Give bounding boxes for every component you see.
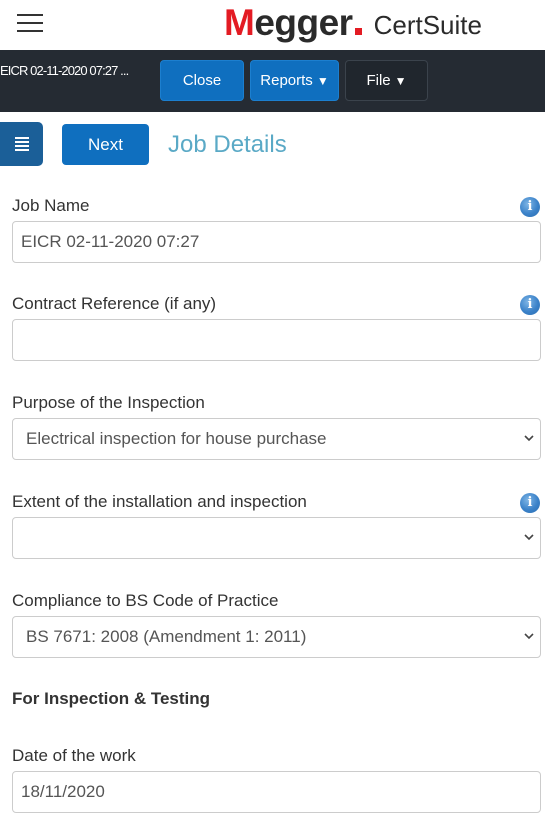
contract-reference-input-wrapper: [12, 319, 541, 361]
chevron-down-icon: [524, 435, 534, 442]
next-button-label: Next: [88, 134, 123, 154]
caret-down-icon: ▼: [394, 73, 407, 88]
file-dropdown-button[interactable]: File ▼: [345, 60, 428, 101]
close-button[interactable]: Close: [160, 60, 244, 101]
info-icon[interactable]: i: [520, 493, 540, 513]
megger-logo: Megger CertSuite: [224, 0, 482, 45]
logo-wordmark: Megger: [224, 4, 353, 41]
chevron-down-icon: [524, 534, 534, 541]
extent-field: Extent of the installation and inspectio…: [12, 492, 541, 559]
chevron-down-icon: [524, 633, 534, 640]
job-name-field: Job Name i: [12, 196, 541, 263]
contract-reference-label: Contract Reference (if any): [12, 294, 217, 313]
purpose-select[interactable]: Electrical inspection for house purchase: [12, 418, 541, 460]
purpose-label: Purpose of the Inspection: [12, 393, 205, 412]
info-icon[interactable]: i: [520, 197, 540, 217]
job-name-input[interactable]: [21, 222, 540, 262]
compliance-field: Compliance to BS Code of Practice BS 767…: [12, 591, 541, 658]
purpose-selected-value: Electrical inspection for house purchase: [26, 429, 327, 448]
next-button[interactable]: Next: [62, 124, 149, 165]
reports-button-label: Reports: [260, 72, 313, 89]
hamburger-line: [17, 22, 43, 24]
compliance-selected-value: BS 7671: 2008 (Amendment 1: 2011): [26, 627, 307, 646]
date-of-work-label: Date of the work: [12, 746, 136, 765]
job-name-input-wrapper: [12, 221, 541, 263]
logo-rest: egger: [254, 2, 353, 43]
extent-label: Extent of the installation and inspectio…: [12, 492, 307, 511]
reports-dropdown-button[interactable]: Reports ▼: [250, 60, 339, 101]
caret-down-icon: ▼: [316, 73, 329, 88]
hamburger-line: [17, 30, 43, 32]
purpose-field: Purpose of the Inspection Electrical ins…: [12, 393, 541, 460]
contract-reference-field: Contract Reference (if any) i: [12, 294, 541, 361]
section-menu-button[interactable]: [0, 122, 43, 166]
hamburger-line: [17, 14, 43, 16]
info-icon[interactable]: i: [520, 295, 540, 315]
page-nav: Next Job Details: [0, 112, 545, 178]
date-of-work-input[interactable]: [21, 772, 540, 812]
compliance-label: Compliance to BS Code of Practice: [12, 591, 279, 610]
compliance-select[interactable]: BS 7671: 2008 (Amendment 1: 2011): [12, 616, 541, 658]
extent-select[interactable]: [12, 517, 541, 559]
logo-square-mark: [354, 28, 362, 35]
section-heading: For Inspection & Testing: [12, 689, 211, 708]
job-title: EICR 02-11-2020 07:27 ...: [0, 63, 129, 78]
contract-reference-input[interactable]: [21, 320, 540, 360]
page-title: Job Details: [168, 131, 287, 158]
brand-bar: Megger CertSuite: [0, 0, 545, 50]
product-name: CertSuite: [373, 9, 482, 40]
file-button-label: File: [366, 72, 391, 89]
list-icon: [14, 137, 29, 151]
job-name-label: Job Name: [12, 196, 90, 215]
hamburger-menu-button[interactable]: [17, 13, 43, 33]
main-toolbar: EICR 02-11-2020 07:27 ... Close Reports …: [0, 50, 545, 112]
date-of-work-input-wrapper: [12, 771, 541, 813]
date-of-work-field: Date of the work: [12, 746, 541, 813]
close-button-label: Close: [182, 72, 222, 89]
logo-m: M: [224, 2, 255, 43]
